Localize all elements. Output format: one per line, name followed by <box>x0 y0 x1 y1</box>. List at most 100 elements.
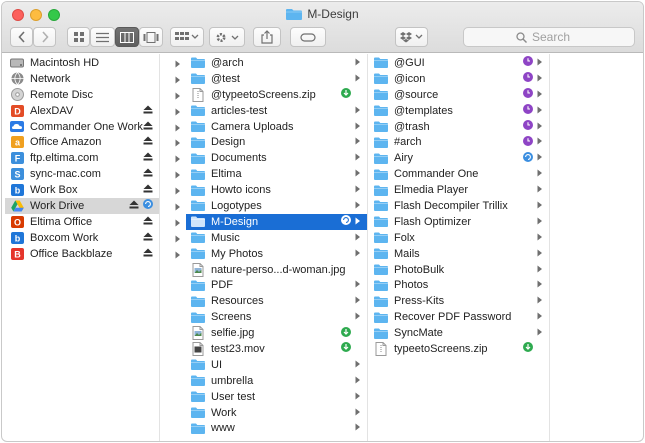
search-icon <box>516 31 527 43</box>
folder-item[interactable]: Documents <box>186 150 367 166</box>
folder-item[interactable]: Work <box>186 405 367 421</box>
eject-icon[interactable] <box>143 216 153 228</box>
chevron-right-icon <box>355 359 361 371</box>
folder-item[interactable]: articles-test <box>186 103 367 119</box>
folder-item[interactable]: Flash Optimizer <box>369 214 549 230</box>
chevron-right-icon <box>355 407 361 419</box>
folder-item[interactable]: #arch <box>369 134 549 150</box>
eject-icon[interactable] <box>143 168 153 180</box>
folder-item[interactable]: @source <box>369 87 549 103</box>
forward-button[interactable] <box>33 27 56 47</box>
eject-icon[interactable] <box>143 184 153 196</box>
action-button[interactable] <box>209 27 245 47</box>
folder-item[interactable]: Screens <box>186 309 367 325</box>
sidebar-item[interactable]: b Boxcom Work <box>5 230 180 246</box>
sidebar-item[interactable]: b Work Box <box>5 182 180 198</box>
folder-item[interactable]: Music <box>186 230 367 246</box>
file-item[interactable]: typeetoScreens.zip <box>369 341 549 357</box>
column-view-button[interactable] <box>115 27 139 47</box>
folder-item[interactable]: Recover PDF Password <box>369 309 549 325</box>
eject-icon[interactable] <box>143 121 153 133</box>
file-item[interactable]: nature-perso...d-woman.jpg <box>186 262 367 278</box>
folder-icon <box>191 168 205 180</box>
window-title-text: M-Design <box>307 7 359 21</box>
sidebar-item[interactable]: Remote Disc <box>5 87 180 103</box>
icon-view-button[interactable] <box>67 27 90 47</box>
eject-icon[interactable] <box>129 200 139 212</box>
sidebar-item[interactable]: Macintosh HD <box>5 55 180 71</box>
search-field[interactable] <box>463 27 635 47</box>
folder-item[interactable]: Photos <box>369 277 549 293</box>
folder-item[interactable]: PDF <box>186 277 367 293</box>
folder-item[interactable]: @trash <box>369 119 549 135</box>
eject-icon[interactable] <box>143 152 153 164</box>
search-input[interactable] <box>532 30 582 44</box>
item-label: Folx <box>394 231 415 244</box>
folder-item[interactable]: Press-Kits <box>369 293 549 309</box>
file-item[interactable]: @typeetoScreens.zip <box>186 87 367 103</box>
folder-item[interactable]: Resources <box>186 293 367 309</box>
folder-item[interactable]: @GUI <box>369 55 549 71</box>
folder-item[interactable]: Camera Uploads <box>186 119 367 135</box>
download-icon <box>523 342 533 355</box>
folder-item[interactable]: Elmedia Player <box>369 182 549 198</box>
eject-icon[interactable] <box>143 105 153 117</box>
eject-icon[interactable] <box>143 232 153 244</box>
item-label: Resources <box>211 295 264 308</box>
folder-item[interactable]: @arch <box>186 55 367 71</box>
folder-item[interactable]: Flash Decompiler Trillix <box>369 198 549 214</box>
folder-item[interactable]: Logotypes <box>186 198 367 214</box>
item-label: User test <box>211 390 256 403</box>
folder-item[interactable]: SyncMate <box>369 325 549 341</box>
item-label: Music <box>211 231 240 244</box>
folder-item[interactable]: Commander One <box>369 166 549 182</box>
folder-item[interactable]: UI <box>186 357 367 373</box>
chevron-right-icon <box>355 375 361 387</box>
folder-item[interactable]: Design <box>186 134 367 150</box>
folder-item[interactable]: @icon <box>369 71 549 87</box>
sidebar-item[interactable]: a Office Amazon <box>5 134 180 150</box>
back-button[interactable] <box>10 27 33 47</box>
tags-button[interactable] <box>290 27 326 47</box>
chevron-right-icon <box>537 216 543 228</box>
file-item[interactable]: selfie.jpg <box>186 325 367 341</box>
folder-item[interactable]: @test <box>186 71 367 87</box>
share-button[interactable] <box>253 27 281 47</box>
folder-item[interactable]: M-Design <box>186 213 367 230</box>
clock-icon <box>523 72 533 85</box>
file-item[interactable]: test23.mov <box>186 341 367 357</box>
folder-item[interactable]: User test <box>186 389 367 405</box>
item-label: articles-test <box>211 104 268 117</box>
sidebar-item[interactable]: Ssync-mac.com <box>5 166 180 182</box>
sidebar-item[interactable]: Fftp.eltima.com <box>5 150 180 166</box>
folder-item[interactable]: @templates <box>369 103 549 119</box>
folder-icon <box>374 168 388 180</box>
folder-item[interactable]: www <box>186 420 367 436</box>
folder-item[interactable]: PhotoBulk <box>369 262 549 278</box>
chevron-right-icon <box>355 168 361 180</box>
eject-icon[interactable] <box>143 136 153 148</box>
dropbox-button[interactable] <box>395 27 428 47</box>
sidebar-item[interactable]: O Eltima Office <box>5 214 180 230</box>
folder-item[interactable]: Howto icons <box>186 182 367 198</box>
eject-icon[interactable] <box>143 248 153 260</box>
folder-item[interactable]: Airy <box>369 150 549 166</box>
sidebar-item[interactable]: Work Drive <box>5 198 180 214</box>
folder-column-3: @GUI @icon @source @templates @trash #arch Air… <box>369 54 550 441</box>
tag-icon <box>300 32 316 42</box>
sidebar-item[interactable]: Commander One Work <box>5 119 180 135</box>
list-view-button[interactable] <box>90 27 115 47</box>
folder-item[interactable]: umbrella <box>186 373 367 389</box>
chevron-right-icon <box>537 152 543 164</box>
folder-item[interactable]: Mails <box>369 246 549 262</box>
folder-item[interactable]: My Photos <box>186 246 367 262</box>
group-button[interactable] <box>170 27 204 47</box>
folder-item[interactable]: Folx <box>369 230 549 246</box>
sidebar-item[interactable]: Network <box>5 71 180 87</box>
folder-icon <box>191 121 205 133</box>
sidebar-item[interactable]: D AlexDAV <box>5 103 180 119</box>
item-label: Howto icons <box>211 184 271 197</box>
gallery-view-button[interactable] <box>139 27 163 47</box>
folder-item[interactable]: Eltima <box>186 166 367 182</box>
sidebar-item[interactable]: B Office Backblaze <box>5 246 180 262</box>
